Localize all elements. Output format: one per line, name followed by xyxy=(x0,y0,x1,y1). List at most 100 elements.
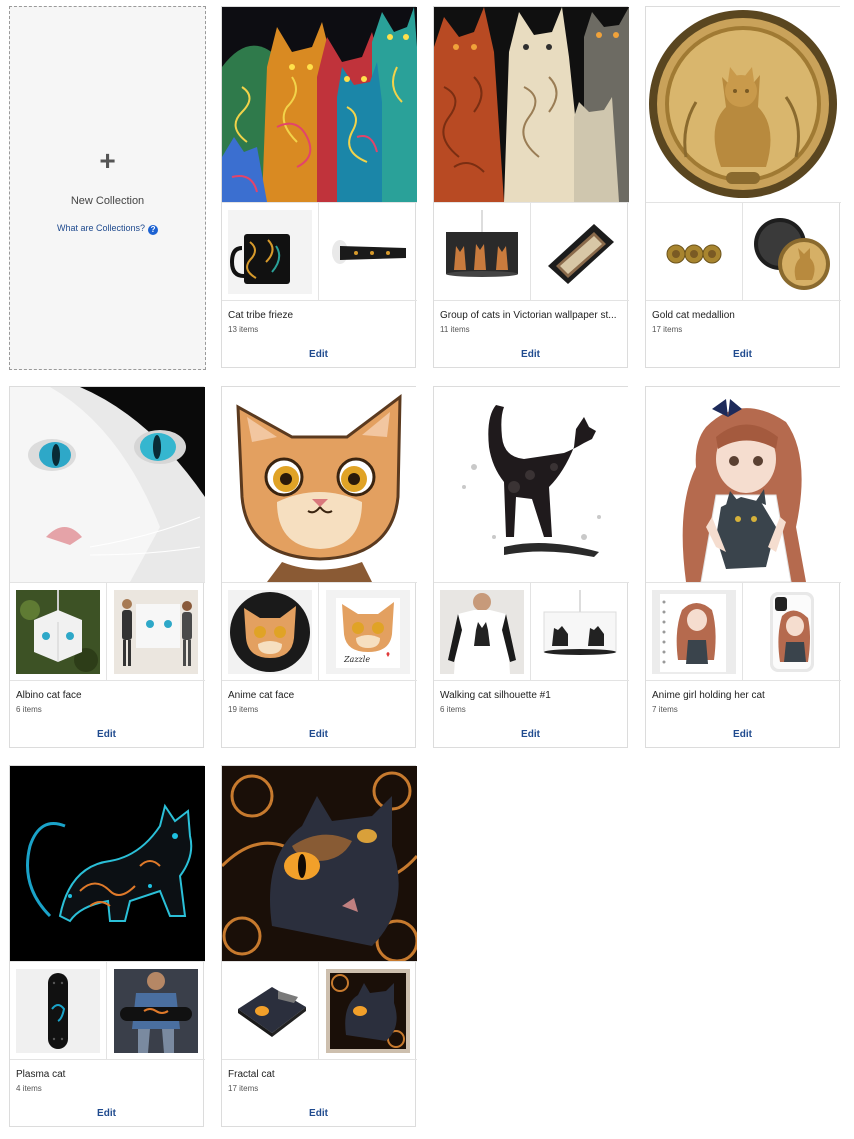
ribbon-product xyxy=(325,209,410,294)
product-thumbnail-mouse-pad[interactable] xyxy=(222,962,319,1059)
skateboard-model-product xyxy=(113,968,198,1053)
product-thumbnail-poster[interactable] xyxy=(107,583,204,680)
what-are-collections-text[interactable]: What are Collections? xyxy=(57,223,145,233)
product-thumbnail-skateboard-model[interactable] xyxy=(107,962,204,1059)
collection-cover-image[interactable] xyxy=(646,387,841,582)
collection-card[interactable]: Gold cat medallion 17 items Edit xyxy=(645,6,841,368)
product-thumbnail-square-sticker[interactable]: Zazzle xyxy=(319,583,416,680)
product-thumbnail-framed-print[interactable] xyxy=(319,962,416,1059)
collection-cover-image[interactable] xyxy=(222,387,417,582)
plus-icon[interactable]: + xyxy=(10,147,205,175)
product-thumbnail-ribbon[interactable] xyxy=(319,203,416,300)
cat-tribe-art xyxy=(222,7,417,202)
magnet-product xyxy=(749,209,834,294)
collection-cover-image[interactable] xyxy=(10,387,205,582)
collection-cover-image[interactable] xyxy=(434,7,629,202)
collection-item-count: 6 items xyxy=(440,705,466,714)
edit-collection-button[interactable]: Edit xyxy=(10,1108,203,1119)
collection-thumbnails xyxy=(434,202,629,301)
edit-collection-button[interactable]: Edit xyxy=(434,349,627,360)
edit-collection-button[interactable]: Edit xyxy=(222,349,415,360)
collection-thumbnails xyxy=(10,582,205,681)
square-sticker-product: Zazzle xyxy=(325,589,410,674)
albino-cat-art xyxy=(10,387,205,582)
gold-medallion-art xyxy=(646,7,841,202)
collection-item-count: 19 items xyxy=(228,705,259,714)
collection-item-count: 4 items xyxy=(16,1084,42,1093)
product-thumbnail-round-sticker[interactable] xyxy=(222,583,319,680)
collection-title[interactable]: Gold cat medallion xyxy=(652,310,836,321)
product-thumbnail-pendant-lamp[interactable] xyxy=(434,203,531,300)
help-icon[interactable]: ? xyxy=(148,225,159,235)
collection-thumbnails xyxy=(646,582,841,681)
pendant-lamp-product xyxy=(537,589,622,674)
collection-title[interactable]: Group of cats in Victorian wallpaper st.… xyxy=(440,310,624,321)
collection-title[interactable]: Anime girl holding her cat xyxy=(652,690,836,701)
poster-product xyxy=(113,589,198,674)
collection-card[interactable]: Walking cat silhouette #1 6 items Edit xyxy=(433,386,629,748)
edit-collection-button[interactable]: Edit xyxy=(10,729,203,740)
product-thumbnail-phone-wallet-case[interactable] xyxy=(531,203,628,300)
mouse-pad-product xyxy=(228,968,312,1053)
pendant-lamp-product xyxy=(440,209,524,294)
edit-collection-button[interactable]: Edit xyxy=(222,729,415,740)
collection-title[interactable]: Anime cat face xyxy=(228,690,412,701)
edit-collection-button[interactable]: Edit xyxy=(646,349,839,360)
product-thumbnail-notebook[interactable] xyxy=(646,583,743,680)
collection-cover-image[interactable] xyxy=(222,766,417,961)
anime-girl-art xyxy=(646,387,841,582)
collection-item-count: 6 items xyxy=(16,705,42,714)
product-thumbnail-phone-case[interactable] xyxy=(743,583,840,680)
collection-cover-image[interactable] xyxy=(646,7,841,202)
product-thumbnail-cube-ornament[interactable] xyxy=(10,583,107,680)
fractal-cat-art xyxy=(222,766,417,961)
collection-title[interactable]: Albino cat face xyxy=(16,690,200,701)
collection-title[interactable]: Walking cat silhouette #1 xyxy=(440,690,624,701)
product-thumbnail-cufflinks[interactable] xyxy=(646,203,743,300)
collection-card[interactable]: Cat tribe frieze 13 items Edit xyxy=(221,6,417,368)
product-thumbnail-skateboard[interactable] xyxy=(10,962,107,1059)
product-thumbnail-mug[interactable] xyxy=(222,203,319,300)
edit-collection-button[interactable]: Edit xyxy=(646,729,839,740)
collection-title[interactable]: Cat tribe frieze xyxy=(228,310,412,321)
raglan-shirt-product xyxy=(440,589,524,674)
product-thumbnail-pendant-lamp[interactable] xyxy=(531,583,628,680)
collection-thumbnails xyxy=(10,961,205,1060)
collection-card[interactable]: Albino cat face 6 items Edit xyxy=(9,386,205,748)
what-are-collections-link[interactable]: What are Collections?? xyxy=(10,223,205,235)
product-thumbnail-raglan-shirt[interactable] xyxy=(434,583,531,680)
cufflinks-product xyxy=(652,209,736,294)
edit-collection-button[interactable]: Edit xyxy=(434,729,627,740)
collection-card[interactable]: Zazzle Anime cat face 19 items Edit xyxy=(221,386,417,748)
mug-product xyxy=(228,209,312,294)
collection-item-count: 11 items xyxy=(440,325,470,334)
product-thumbnail-magnet[interactable] xyxy=(743,203,840,300)
new-collection-label[interactable]: New Collection xyxy=(10,195,205,207)
collection-item-count: 17 items xyxy=(652,325,683,334)
skateboard-product xyxy=(16,968,100,1053)
collection-thumbnails xyxy=(222,202,417,301)
zazzle-logo: Zazzle xyxy=(343,655,370,664)
plasma-cat-art xyxy=(10,766,205,961)
collection-cover-image[interactable] xyxy=(10,766,205,961)
edit-collection-button[interactable]: Edit xyxy=(222,1108,415,1119)
collection-thumbnails xyxy=(434,582,629,681)
collection-card[interactable]: Plasma cat 4 items Edit xyxy=(9,765,205,1127)
collection-item-count: 13 items xyxy=(228,325,259,334)
notebook-product xyxy=(652,589,736,674)
collection-card[interactable]: Group of cats in Victorian wallpaper st.… xyxy=(433,6,629,368)
collection-cover-image[interactable] xyxy=(434,387,629,582)
phone-wallet-case-product xyxy=(537,209,622,294)
collection-title[interactable]: Fractal cat xyxy=(228,1069,412,1080)
collection-title[interactable]: Plasma cat xyxy=(16,1069,200,1080)
collection-item-count: 17 items xyxy=(228,1084,259,1093)
framed-print-product xyxy=(325,968,410,1053)
collection-card[interactable]: Fractal cat 17 items Edit xyxy=(221,765,417,1127)
collection-item-count: 7 items xyxy=(652,705,678,714)
collection-thumbnails xyxy=(646,202,841,301)
collections-grid: + New Collection What are Collections?? xyxy=(0,0,854,1139)
collection-card[interactable]: Anime girl holding her cat 7 items Edit xyxy=(645,386,841,748)
collection-cover-image[interactable] xyxy=(222,7,417,202)
new-collection-card[interactable]: + New Collection What are Collections?? xyxy=(9,6,206,370)
round-sticker-product xyxy=(228,589,312,674)
